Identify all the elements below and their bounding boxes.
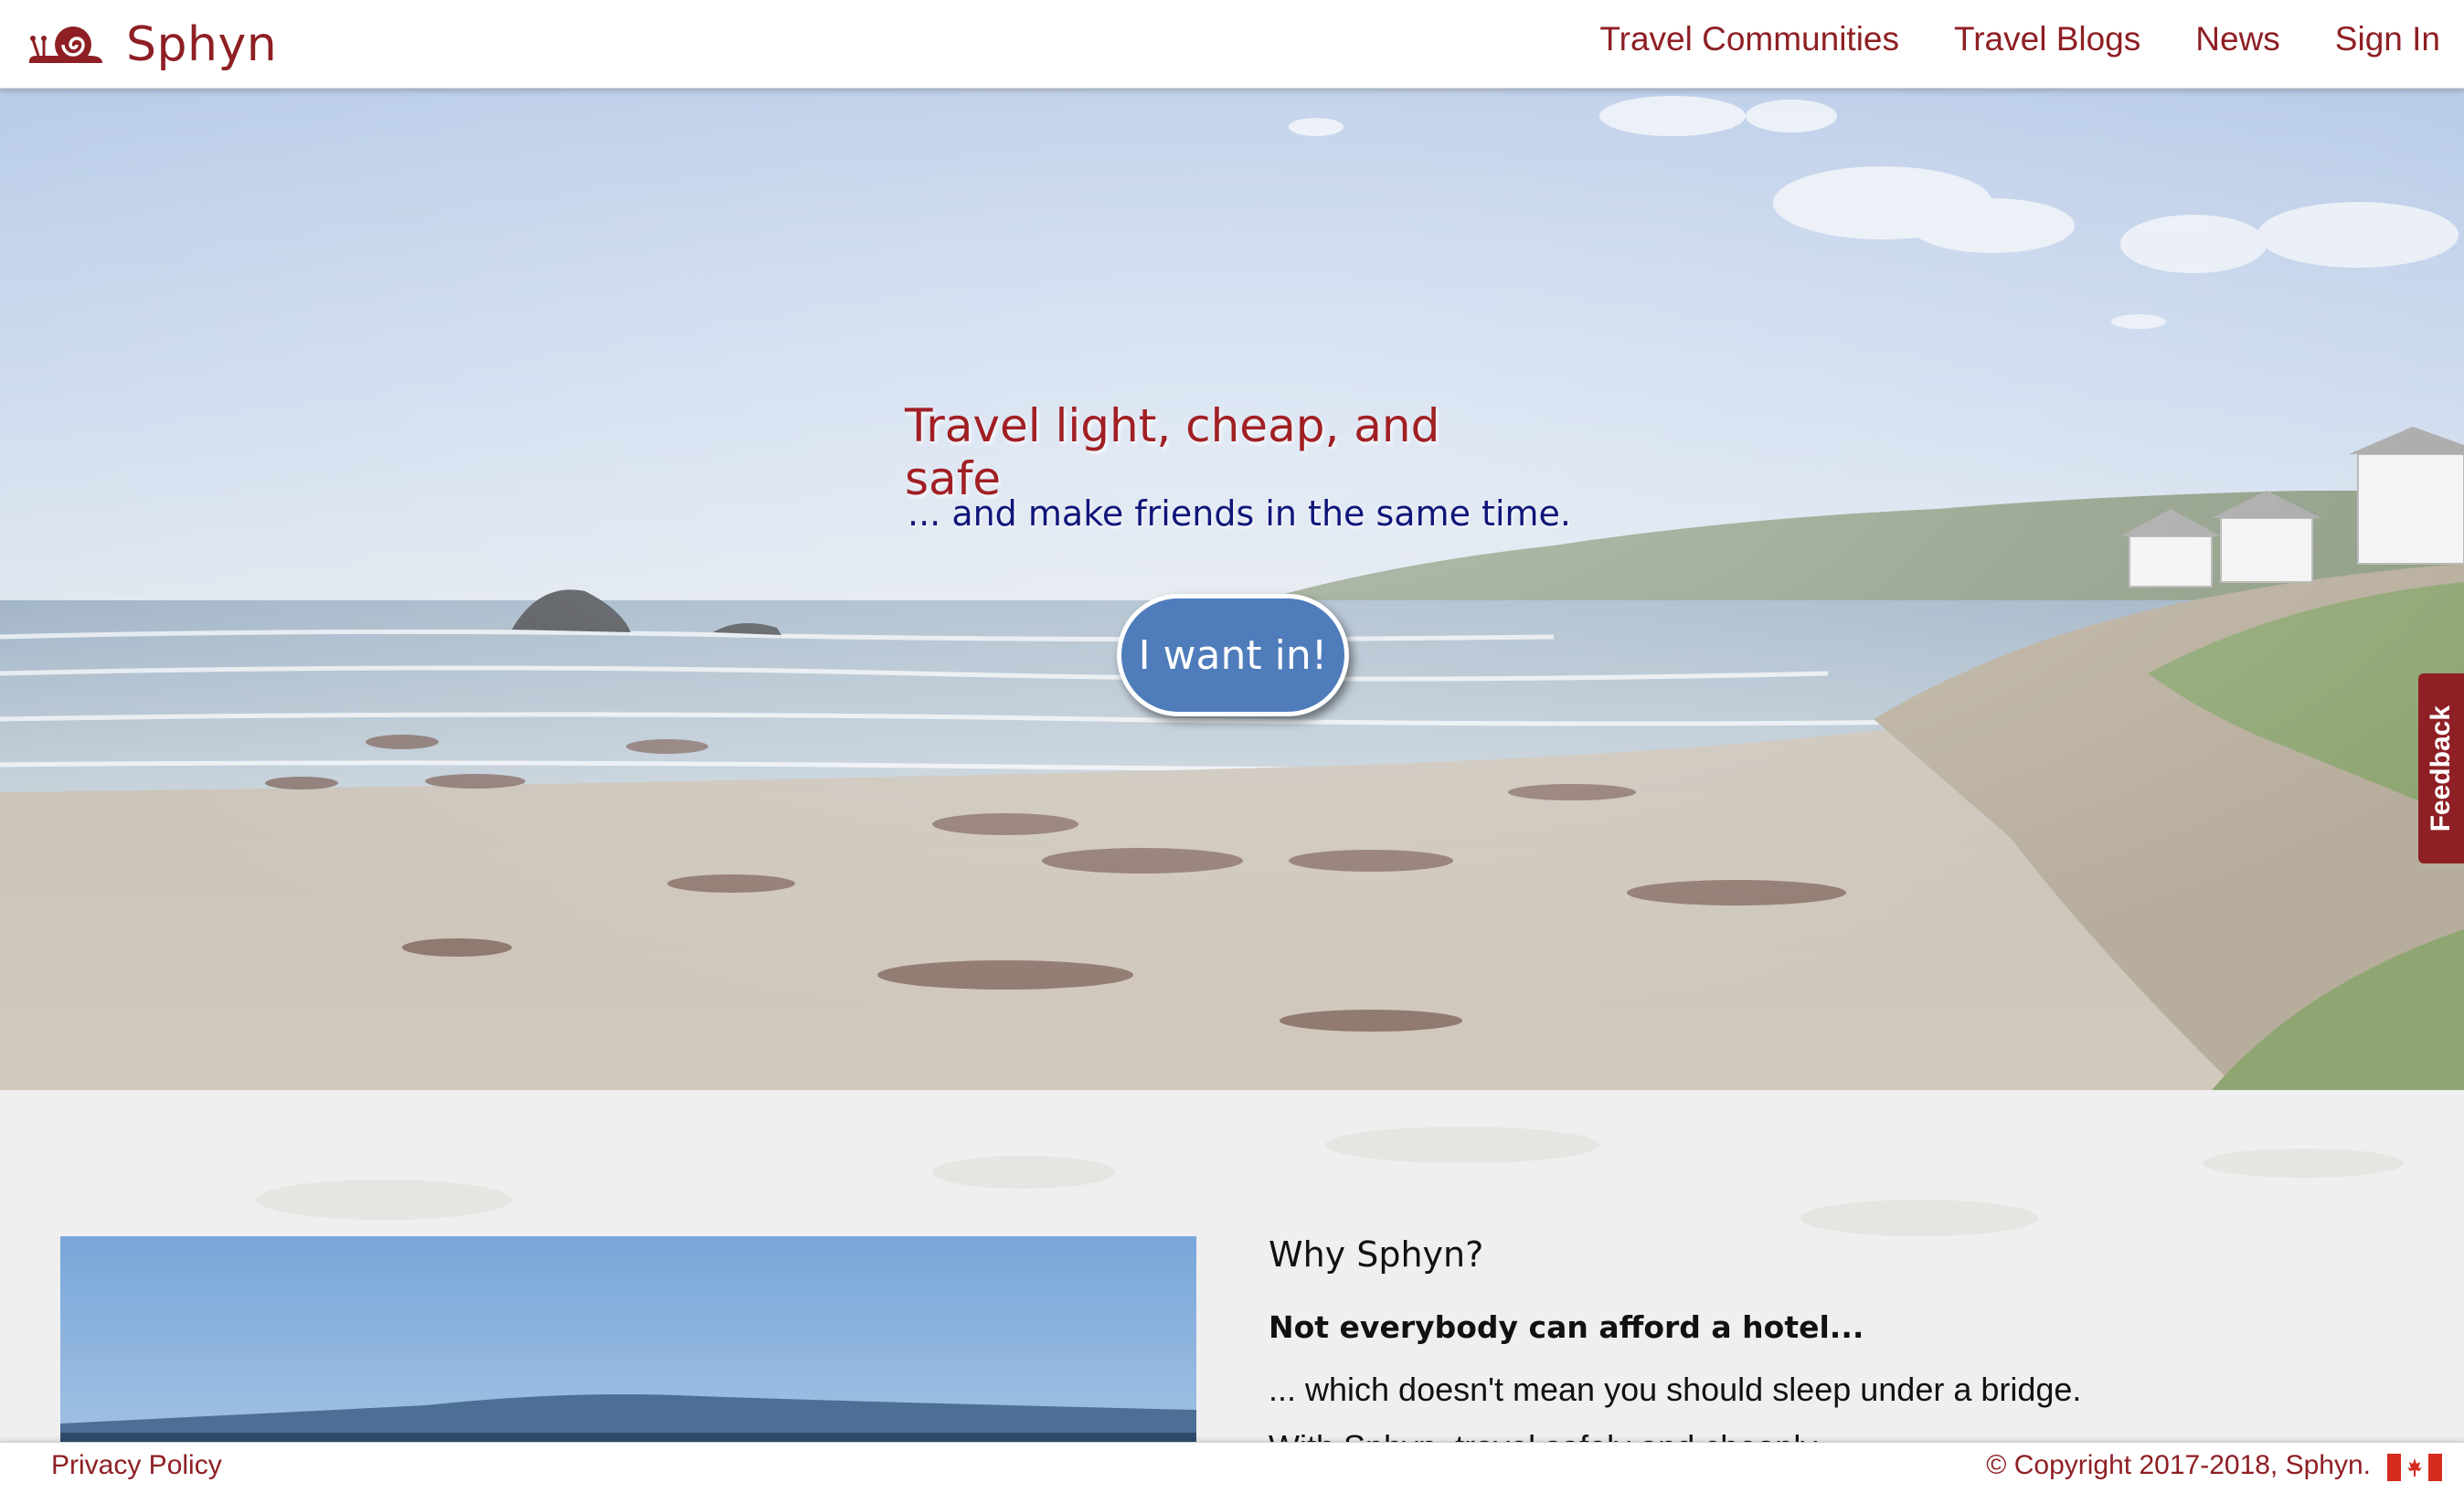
- footer: Privacy Policy © Copyright 2017-2018, Sp…: [0, 1442, 2464, 1493]
- hero-title: Travel light, cheap, and safe: [905, 399, 1440, 505]
- why-text-continued: With Sphyn, travel safely and cheaply: [1269, 1428, 1817, 1442]
- why-subheading: Not everybody can afford a hotel...: [1269, 1309, 1864, 1345]
- brand-logo-link[interactable]: Sphyn: [26, 13, 277, 77]
- nav-travel-blogs[interactable]: Travel Blogs: [1954, 20, 2140, 58]
- copyright-text: © Copyright 2017-2018, Sphyn.: [1986, 1450, 2371, 1480]
- hero-beach-background: [0, 89, 2464, 1090]
- nav-travel-communities[interactable]: Travel Communities: [1599, 20, 1899, 58]
- hero-subtitle: ... and make friends in the same time.: [908, 493, 1571, 534]
- main-nav: Travel Communities Travel Blogs News Sig…: [1599, 20, 2440, 58]
- hero-section: Travel light, cheap, and safe ... and ma…: [0, 89, 2464, 1090]
- why-sphyn-section: Why Sphyn? Not everybody can afford a ho…: [0, 1090, 2464, 1442]
- why-heading: Why Sphyn?: [1269, 1234, 1484, 1275]
- i-want-in-button[interactable]: I want in!: [1117, 594, 1349, 716]
- canada-flag-icon: [2387, 1454, 2442, 1481]
- feedback-tab[interactable]: Feedback: [2418, 673, 2464, 863]
- nav-news[interactable]: News: [2195, 20, 2280, 58]
- why-text: ... which doesn't mean you should sleep …: [1269, 1371, 2082, 1408]
- nav-sign-in[interactable]: Sign In: [2335, 20, 2440, 58]
- snail-icon: [28, 26, 102, 63]
- privacy-policy-link[interactable]: Privacy Policy: [51, 1450, 222, 1481]
- brand-name: Sphyn: [126, 17, 278, 72]
- feedback-label: Feedback: [2426, 704, 2456, 832]
- coastline-photo: [60, 1236, 1196, 1442]
- top-navigation-bar: Sphyn Travel Communities Travel Blogs Ne…: [0, 0, 2464, 89]
